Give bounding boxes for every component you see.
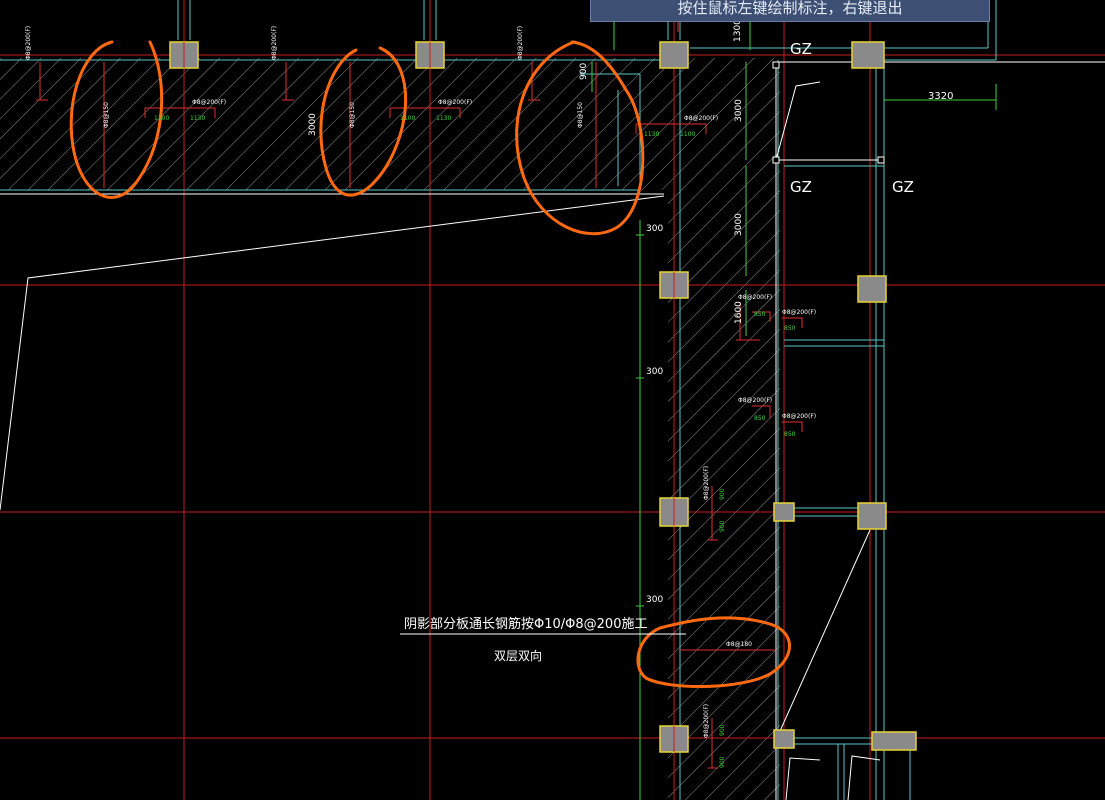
rebar-right-3: Φ8@200(F) [738, 397, 772, 404]
rebar-spec-2: Φ8@200(F) [271, 26, 278, 60]
rebar-850-4: 850 [784, 431, 796, 438]
hatched-slab-region [0, 58, 780, 800]
rebar-vert-1: Φ8@200(F) [703, 466, 710, 500]
rebar-850-1: 850 [754, 311, 766, 318]
dim-3000-slab: 3000 [308, 113, 318, 136]
rebar-vert-2: Φ8@200(F) [703, 704, 710, 738]
rebar-spec-4: Φ8@200(F) [192, 99, 226, 106]
slab-note-line2: 双层双向 [494, 648, 542, 663]
rebar-900-1: 900 [719, 488, 726, 500]
dim-1300: 1300 [733, 19, 743, 42]
command-prompt-tooltip: 按住鼠标左键绘制标注，右键退出 [590, 0, 990, 22]
dim-300-c: 300 [646, 595, 663, 605]
dim-1600: 1600 [734, 301, 744, 324]
rebar-len-4: 1130 [436, 115, 451, 122]
rebar-900-4: 900 [719, 756, 726, 768]
dim-3000: 3000 [734, 99, 744, 122]
rebar-850-3: 850 [754, 415, 766, 422]
dim-300-b: 300 [646, 367, 663, 377]
rebar-right-1: Φ8@200(F) [738, 294, 772, 301]
rebar-right-4: Φ8@200(F) [782, 413, 816, 420]
rebar-slab-3: Φ8@150 [577, 102, 584, 128]
cad-drawing-canvas[interactable]: GZ GZ GZ 3320 1300 3000 3000 1600 900 30… [0, 0, 1105, 800]
rebar-len-3: 1100 [400, 115, 415, 122]
rebar-spec-3: Φ8@200(F) [517, 26, 524, 60]
rebar-spec-1: Φ8@200(F) [25, 26, 32, 60]
grip-points[interactable] [772, 61, 885, 164]
gz-label-top: GZ [790, 40, 812, 58]
rebar-len-2: 1130 [190, 115, 205, 122]
rebar-len-5: 1130 [644, 131, 659, 138]
dim-3320: 3320 [928, 91, 953, 102]
dim-3000b: 3000 [734, 213, 744, 236]
rebar-850-2: 850 [784, 325, 796, 332]
rebar-bottom: Φ8@180 [726, 641, 752, 648]
dim-900: 900 [579, 63, 589, 80]
rebar-900-2: 900 [719, 520, 726, 532]
gz-label-mid-left: GZ [790, 178, 812, 196]
slab-note-line1: 阴影部分板通长钢筋按Φ10/Φ8@200施工 [404, 616, 647, 632]
rebar-900-3: 900 [719, 724, 726, 736]
rebar-len-6: 1100 [680, 131, 695, 138]
rebar-len-1: 1100 [154, 115, 169, 122]
dim-300-a: 300 [646, 224, 663, 234]
rebar-slab-2: Φ8@150 [349, 102, 356, 128]
rebar-right-2: Φ8@200(F) [782, 309, 816, 316]
rebar-spec-6: Φ8@200(F) [684, 115, 718, 122]
gz-label-mid-right: GZ [892, 178, 914, 196]
rebar-slab-1: Φ8@150 [103, 102, 110, 128]
rebar-spec-5: Φ8@200(F) [438, 99, 472, 106]
